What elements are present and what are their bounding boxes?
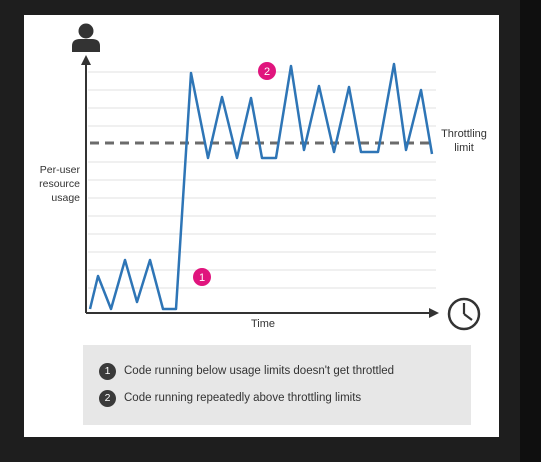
callout-2-marker: 2 <box>258 62 276 80</box>
legend-number-badge: 1 <box>99 362 116 380</box>
y-axis-label: Per-user resource usage <box>24 163 80 205</box>
throttling-limit-label: Throttling limit <box>434 127 494 155</box>
y-axis-label-line: resource <box>39 178 80 190</box>
usage-line <box>88 62 434 311</box>
legend-box: 1 Code running below usage limits doesn'… <box>83 345 471 425</box>
callout-2-number: 2 <box>264 66 270 78</box>
gridlines <box>88 71 436 289</box>
y-axis-label-line: Per-user <box>39 164 80 176</box>
legend-item: 2 Code running repeatedly above throttli… <box>99 389 361 407</box>
axes <box>81 55 439 318</box>
legend-text: Code running below usage limits doesn't … <box>124 365 395 377</box>
callout-1-marker: 1 <box>193 268 211 286</box>
legend-item: 1 Code running below usage limits doesn'… <box>99 362 394 380</box>
y-axis-label-line: usage <box>51 192 80 204</box>
callout-1-number: 1 <box>199 272 205 284</box>
user-icon <box>72 23 100 52</box>
x-axis-label: Time <box>250 318 276 330</box>
throttling-limit-label-line: limit <box>454 142 474 154</box>
legend-text: Code running repeatedly above throttling… <box>124 392 362 404</box>
legend-number-badge: 2 <box>99 389 116 407</box>
dark-frame: 2 1 Per-user resource usage Time Throttl… <box>0 0 541 462</box>
clock-icon <box>447 297 481 331</box>
throttling-limit-label-line: Throttling <box>441 128 487 140</box>
